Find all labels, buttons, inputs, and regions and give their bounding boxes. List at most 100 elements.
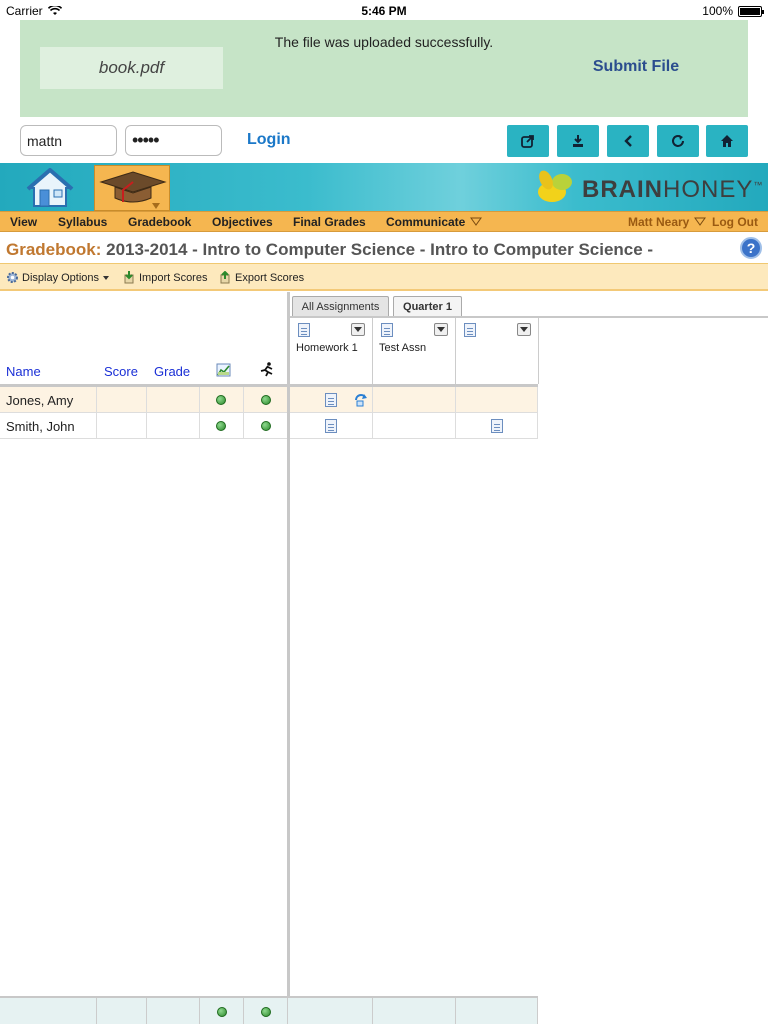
grade-cell xyxy=(147,413,200,439)
import-scores-label: Import Scores xyxy=(139,271,208,284)
student-name[interactable]: Smith, John xyxy=(0,413,97,439)
user-dropdown-icon[interactable] xyxy=(694,217,706,226)
share-icon xyxy=(521,135,534,148)
submission-cell[interactable] xyxy=(373,387,456,413)
footer-cell xyxy=(456,998,538,1024)
score-column-header[interactable]: Score xyxy=(104,364,138,379)
status-dot xyxy=(261,421,271,431)
export-scores-button[interactable]: Export Scores xyxy=(219,271,304,284)
status-dot xyxy=(216,1007,227,1017)
home-tab-icon[interactable] xyxy=(26,168,74,208)
gear-icon xyxy=(7,272,18,283)
chevron-down-icon xyxy=(103,275,110,280)
submission-cell[interactable] xyxy=(456,413,538,439)
communicate-dropdown-icon[interactable] xyxy=(470,217,482,226)
gradebook-tab[interactable] xyxy=(94,165,170,211)
score-cell xyxy=(97,413,147,439)
export-scores-label: Export Scores xyxy=(235,271,305,284)
submission-document-icon[interactable] xyxy=(325,419,337,433)
activity-cell xyxy=(244,387,290,413)
gradebook-toolbar: Display Options Import Scores Export Sco… xyxy=(0,263,768,291)
download-icon xyxy=(573,135,583,147)
assignment-column-header[interactable] xyxy=(456,318,539,384)
assignment-title: Homework 1 xyxy=(296,342,358,354)
assignment-menu-button[interactable] xyxy=(351,323,365,336)
grade-column-header[interactable]: Grade xyxy=(154,364,190,379)
nav-final-grades[interactable]: Final Grades xyxy=(293,215,366,229)
progress-cell xyxy=(200,413,244,439)
progress-cell xyxy=(200,387,244,413)
submission-cell[interactable] xyxy=(290,387,373,413)
login-button[interactable]: Login xyxy=(247,131,291,149)
assignment-menu-button[interactable] xyxy=(517,323,531,336)
resubmit-arrow-icon[interactable] xyxy=(353,393,369,407)
table-row[interactable]: Jones, Amy xyxy=(0,387,538,413)
password-field[interactable]: ••••• xyxy=(125,125,222,156)
refresh-button[interactable] xyxy=(657,125,699,157)
nav-syllabus[interactable]: Syllabus xyxy=(58,215,107,229)
footer-cell xyxy=(244,998,288,1024)
back-button[interactable] xyxy=(607,125,649,157)
page-title: Gradebook: 2013-2014 - Intro to Computer… xyxy=(6,240,653,260)
import-scores-button[interactable]: Import Scores xyxy=(123,271,207,284)
status-dot xyxy=(261,395,271,405)
assignment-column-header[interactable]: Test Assn xyxy=(373,318,456,384)
status-bar: Carrier 5:46 PM 100% xyxy=(0,0,768,22)
import-icon xyxy=(124,271,134,284)
nav-communicate[interactable]: Communicate xyxy=(386,215,465,229)
honey-leaf-logo xyxy=(538,170,572,202)
tab-quarter-1[interactable]: Quarter 1 xyxy=(393,296,462,316)
help-icon[interactable]: ? xyxy=(740,237,762,259)
name-column-header[interactable]: Name xyxy=(6,364,41,379)
submit-file-button[interactable]: Submit File xyxy=(580,58,692,76)
upload-panel: The file was uploaded successfully. book… xyxy=(20,20,748,117)
logout-link[interactable]: Log Out xyxy=(712,215,758,229)
table-row[interactable]: Smith, John xyxy=(0,413,538,439)
home-button[interactable] xyxy=(706,125,748,157)
pane-divider[interactable] xyxy=(287,292,290,1024)
activity-cell xyxy=(244,413,290,439)
display-options-button[interactable]: Display Options xyxy=(6,271,110,284)
assignment-menu-button[interactable] xyxy=(434,323,448,336)
brainhoney-logo: BRAINHONEY™ xyxy=(532,166,762,208)
download-button[interactable] xyxy=(557,125,599,157)
tab-all-assignments[interactable]: All Assignments xyxy=(292,296,389,316)
display-options-label: Display Options xyxy=(22,271,100,284)
running-person-icon[interactable] xyxy=(259,362,275,377)
score-cell xyxy=(97,387,147,413)
chart-icon[interactable] xyxy=(216,363,231,377)
grade-cell xyxy=(147,387,200,413)
share-button[interactable] xyxy=(507,125,549,157)
submission-document-icon[interactable] xyxy=(491,419,503,433)
status-dot xyxy=(216,395,226,405)
clock: 5:46 PM xyxy=(361,4,407,18)
assignment-column-header[interactable]: Homework 1 xyxy=(290,318,373,384)
status-dot xyxy=(260,1007,271,1017)
nav-objectives[interactable]: Objectives xyxy=(212,215,273,229)
submission-document-icon[interactable] xyxy=(325,393,337,407)
course-title: 2013-2014 - Intro to Computer Science - … xyxy=(106,240,654,259)
logo-tm: ™ xyxy=(753,180,764,190)
summary-footer xyxy=(0,996,538,1024)
user-name[interactable]: Matt Neary xyxy=(628,215,689,229)
footer-cell xyxy=(97,998,147,1024)
battery-icon xyxy=(738,5,764,17)
logo-brain-text: BRAIN xyxy=(582,176,663,203)
file-name-field[interactable]: book.pdf xyxy=(40,47,223,89)
submission-cell[interactable] xyxy=(290,413,373,439)
document-icon xyxy=(298,323,310,337)
username-field[interactable]: mattn xyxy=(20,125,117,156)
title-label: Gradebook: xyxy=(6,240,102,259)
assignment-title: Test Assn xyxy=(379,342,427,354)
submission-cell[interactable] xyxy=(373,413,456,439)
nav-gradebook[interactable]: Gradebook xyxy=(128,215,191,229)
brainhoney-wordmark: BRAINHONEY™ xyxy=(582,176,763,204)
student-name[interactable]: Jones, Amy xyxy=(0,387,97,413)
footer-cell xyxy=(147,998,200,1024)
footer-cell xyxy=(290,998,373,1024)
main-nav: View Syllabus Gradebook Objectives Final… xyxy=(0,211,768,232)
status-dot xyxy=(216,421,226,431)
nav-view[interactable]: View xyxy=(10,215,37,229)
submission-cell[interactable] xyxy=(456,387,538,413)
home-icon xyxy=(721,135,733,147)
